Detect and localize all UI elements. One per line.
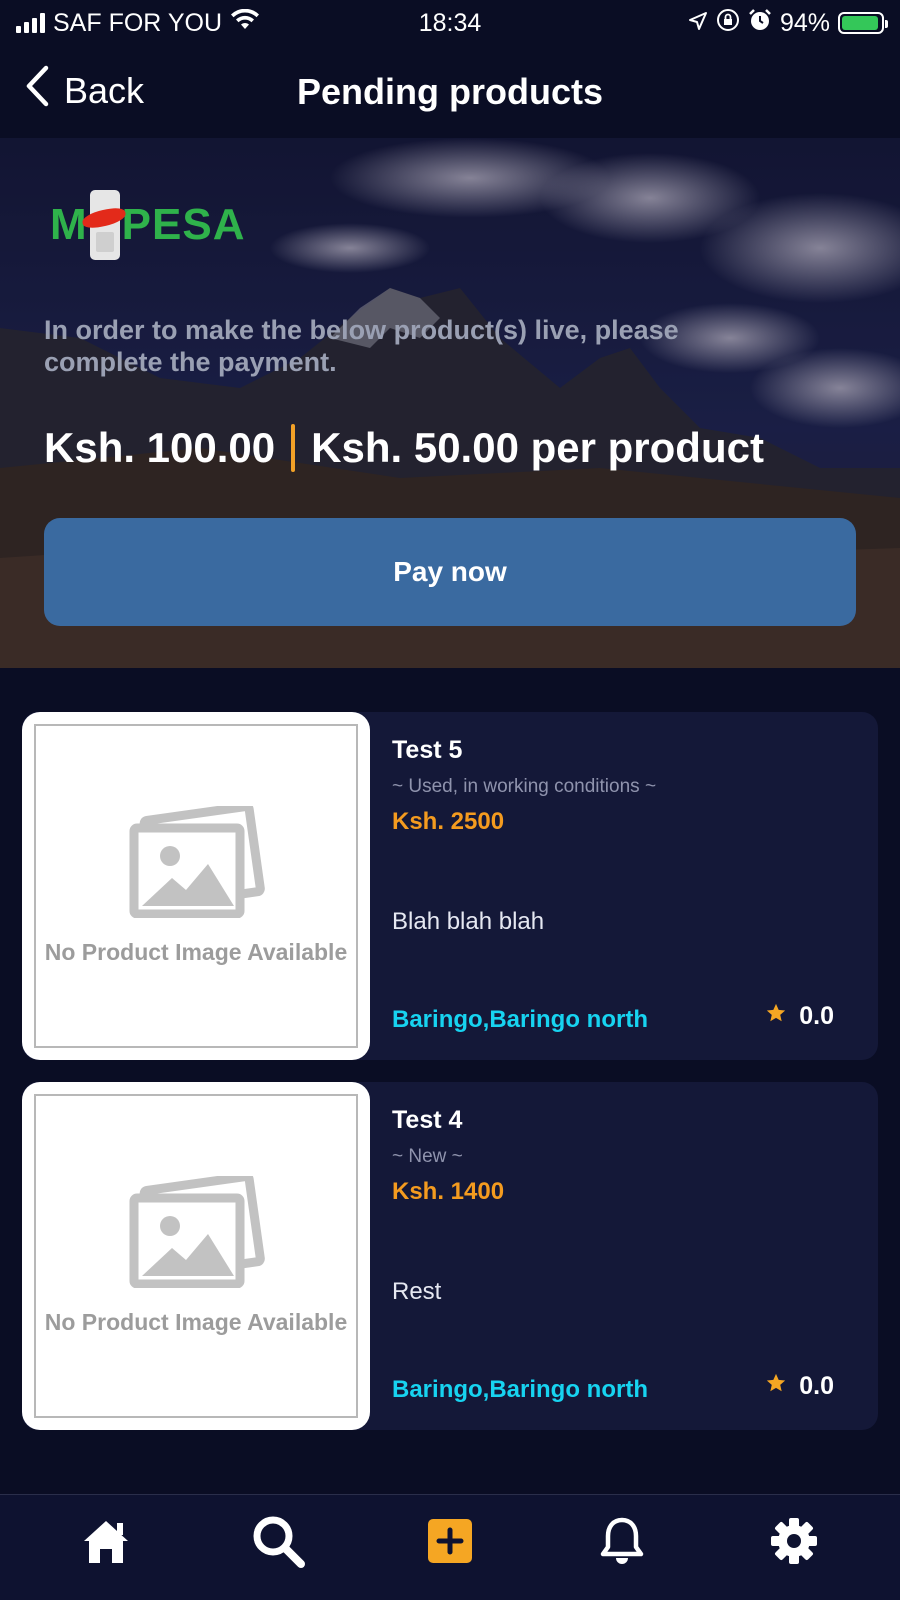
image-icon <box>129 806 265 918</box>
alarm-icon <box>748 8 772 39</box>
battery-level <box>842 16 878 30</box>
gear-icon <box>771 1517 817 1564</box>
product-rating: 0.0 <box>765 1372 834 1401</box>
tab-settings[interactable] <box>754 1501 834 1581</box>
mpesa-logo: M PESA <box>50 190 245 260</box>
product-condition: ~ Used, in working conditions ~ <box>392 776 657 797</box>
price-divider <box>291 424 296 472</box>
location-icon <box>688 9 708 38</box>
image-frame: No Product Image Available <box>34 724 358 1048</box>
back-label: Back <box>64 69 145 111</box>
product-description: Blah blah blah <box>392 908 545 935</box>
signal-icon <box>16 13 45 33</box>
bell-icon <box>600 1517 644 1564</box>
price-row: Ksh. 100.00 Ksh. 50.00 per product <box>44 424 764 472</box>
phone-icon <box>89 190 120 260</box>
star-icon <box>765 1002 787 1031</box>
product-location: Baringo,Baringo north <box>392 1376 648 1403</box>
no-image-text: No Product Image Available <box>44 1309 348 1335</box>
no-image-text: No Product Image Available <box>44 939 348 965</box>
product-description: Rest <box>392 1278 442 1305</box>
orientation-lock-icon <box>716 8 740 39</box>
nav-bar: Back Pending products <box>0 46 900 138</box>
status-right: 94% <box>688 8 888 39</box>
product-price: Ksh. 2500 <box>392 808 505 835</box>
product-image-placeholder: No Product Image Available <box>22 1082 370 1430</box>
unit-price: Ksh. 50.00 per product <box>311 424 764 471</box>
status-bar: SAF FOR YOU 18:34 94% <box>0 0 900 46</box>
search-icon <box>253 1516 305 1568</box>
battery-charging-icon <box>838 12 888 34</box>
rating-value: 0.0 <box>799 1372 834 1400</box>
status-left: SAF FOR YOU <box>16 8 260 38</box>
wifi-icon <box>230 8 260 38</box>
back-button[interactable]: Back <box>24 64 144 117</box>
tab-bar <box>0 1494 900 1600</box>
tab-add[interactable] <box>410 1501 490 1581</box>
chevron-left-icon <box>24 64 50 117</box>
product-rating: 0.0 <box>765 1002 834 1031</box>
battery-percent: 94% <box>779 8 830 37</box>
product-card[interactable]: No Product Image Available Test 4 ~ New … <box>22 1082 878 1430</box>
product-title: Test 5 <box>392 736 463 764</box>
logo-text-m: M <box>50 200 88 249</box>
product-location: Baringo,Baringo north <box>392 1006 648 1033</box>
rating-value: 0.0 <box>799 1002 834 1030</box>
banner-content: M PESA In order to make the below produc… <box>0 138 900 668</box>
total-price: Ksh. 100.00 <box>44 424 276 471</box>
tab-home[interactable] <box>66 1501 146 1581</box>
product-image-placeholder: No Product Image Available <box>22 712 370 1060</box>
product-price: Ksh. 1400 <box>392 1178 505 1205</box>
image-icon <box>129 1176 265 1288</box>
pay-now-button[interactable]: Pay now <box>44 518 856 626</box>
home-icon <box>84 1520 128 1563</box>
product-condition: ~ New ~ <box>392 1146 463 1167</box>
add-icon <box>428 1518 472 1563</box>
carrier-name: SAF FOR YOU <box>53 8 223 37</box>
product-card[interactable]: No Product Image Available Test 5 ~ Used… <box>22 712 878 1060</box>
product-title: Test 4 <box>392 1106 463 1134</box>
tab-notifications[interactable] <box>582 1501 662 1581</box>
logo-text-pesa: PESA <box>121 200 246 249</box>
payment-banner: M PESA In order to make the below produc… <box>0 138 900 668</box>
tab-search[interactable] <box>238 1501 318 1581</box>
payment-message: In order to make the below product(s) li… <box>44 315 679 377</box>
image-frame: No Product Image Available <box>34 1094 358 1418</box>
star-icon <box>765 1372 787 1401</box>
